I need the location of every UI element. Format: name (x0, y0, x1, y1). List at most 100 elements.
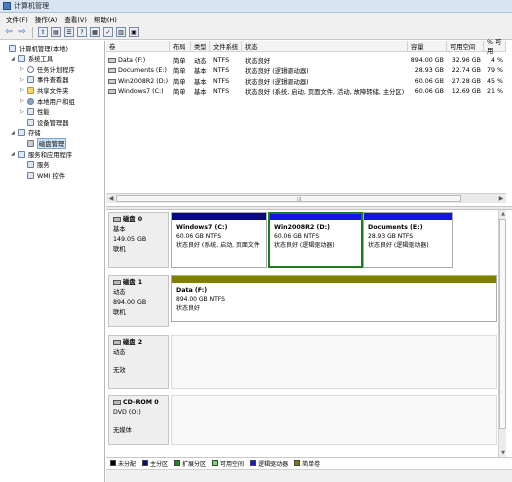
partition-name: Windows7 (C:) (176, 224, 228, 231)
menu-help[interactable]: 帮助(H) (94, 14, 117, 24)
legend-label: 未分配 (118, 460, 137, 468)
disk-status: 无媒体 (113, 427, 132, 434)
properties-icon[interactable]: ☰ (64, 27, 74, 37)
check-icon[interactable]: ✓ (103, 27, 113, 37)
expand-arrow-icon[interactable]: ▷ (20, 98, 26, 104)
disk-properties-icon[interactable]: ▥ (116, 27, 126, 37)
column-header[interactable]: 类型 (191, 41, 210, 52)
disk-status: 联机 (113, 246, 126, 253)
tree-item[interactable]: 计算机管理(本地) (2, 43, 68, 53)
volume-cell: 60.06 GB (411, 87, 447, 97)
tree-item[interactable]: ◢ 系统工具 (11, 54, 53, 64)
help-icon[interactable]: ? (77, 27, 87, 37)
legend-label: 可用空间 (220, 460, 245, 468)
tree-item[interactable]: WMI 控件 (20, 170, 65, 180)
expand-arrow-icon[interactable]: ▷ (20, 77, 26, 83)
disk-size: 149.05 GB (113, 236, 147, 243)
partition-status: 状态良好 (逻辑驱动器) (368, 242, 429, 249)
tree-item[interactable]: ▷ 性能 (20, 107, 50, 117)
menu-action[interactable]: 操作(A) (35, 14, 58, 24)
menu-file[interactable]: 文件(F) (6, 14, 28, 24)
column-header[interactable]: 布局 (170, 41, 191, 52)
console-tree: 计算机管理(本地) ◢ 系统工具 ▷ 任务计划程序 ▷ 事件查看器 ▷ 共享文件夹 ▷ 本地用户和组… (0, 41, 105, 482)
view-icon[interactable]: ▣ (129, 27, 139, 37)
volume-cell-text: 状态良好 (245, 57, 271, 65)
volume-cell-text: NTFS (213, 77, 230, 85)
disk-icon (113, 279, 121, 285)
tree-item[interactable]: ▷ 本地用户和组 (20, 96, 75, 106)
volume-cell-text: NTFS (213, 67, 230, 74)
column-header[interactable]: 容量 (408, 41, 447, 52)
disk-name: 磁盘 0 (123, 216, 143, 223)
tree-item-label: 计算机管理(本地) (19, 45, 68, 53)
scroll-right-icon[interactable]: ▶ (496, 194, 506, 204)
volume-cell-text: 状态良好 (系统, 启动, 页面文件, 活动, 故障转储, 主分区) (245, 89, 405, 96)
tree-item[interactable]: 设备管理器 (20, 117, 68, 127)
scroll-down-icon[interactable]: ▼ (499, 449, 507, 457)
volume-cell: NTFS (213, 66, 242, 76)
rescan-disks-icon[interactable]: ▦ (90, 27, 100, 37)
volume-cell-text: 简单 (173, 57, 186, 65)
volume-cell-text: 基本 (194, 78, 207, 86)
volume-cell-text: Windows7 (C:) (118, 88, 164, 95)
tree-item-label: 事件查看器 (37, 77, 69, 85)
expand-arrow-icon[interactable]: ◢ (11, 56, 17, 62)
column-header[interactable]: 状态 (242, 41, 408, 52)
scroll-left-icon[interactable]: ◀ (106, 194, 116, 204)
partition-type-bar (172, 276, 496, 283)
expand-arrow-icon[interactable]: ▷ (20, 66, 26, 72)
legend-item: 扩展分区 (174, 459, 206, 468)
volume-row[interactable]: Windows7 (C:) 简单 基本 NTFS 状态良好 (系统, 启动, 页面文件,… (106, 87, 506, 97)
partition-detail: 28.93 GB NTFS (368, 233, 414, 240)
volume-row[interactable]: Data (F:) 简单 动态 NTFS 状态良好 894.00 GB 32.96 GB 4 … (106, 55, 506, 65)
horizontal-scrollbar[interactable]: ◀ III ▶ (106, 193, 506, 203)
show-hide-tree-icon[interactable]: ▤ (51, 27, 61, 37)
disk-label[interactable]: CD-ROM 0 DVD (O:) 无媒体 (108, 395, 169, 445)
volume-list: 卷布局 类型 文件系统 状态 容量 可用空间% 可用 Data (F:) 简单 动态 NTFS 状态… (106, 39, 506, 205)
volume-cell: NTFS (213, 87, 242, 97)
column-header[interactable]: 可用空间 (447, 41, 484, 52)
disk-management-pane: 卷布局 类型 文件系统 状态 容量 可用空间% 可用 Data (F:) 简单 动态 NTFS 状态… (106, 39, 512, 482)
expand-arrow-icon[interactable]: ◢ (11, 130, 17, 136)
column-header[interactable]: % 可用 (484, 39, 506, 55)
volume-cell: 基本 (194, 76, 210, 86)
tree-item-label: 服务和应用程序 (28, 151, 73, 159)
tree-item[interactable]: ▷ 事件查看器 (20, 75, 68, 85)
tree-item[interactable]: ▷ 共享文件夹 (20, 85, 68, 95)
tree-item[interactable]: 磁盘管理 (20, 137, 67, 149)
disk-row: 磁盘 0 基本 149.05 GB 联机 Windows7 (C:) 60.06 GB N… (106, 212, 501, 270)
tree-item-label: 性能 (37, 109, 50, 117)
volume-cell-text: 基本 (194, 89, 207, 96)
users-icon (27, 97, 34, 105)
volume-row[interactable]: Win2008R2 (D:) 简单 基本 NTFS 状态良好 (逻辑驱动器) 60.06 … (106, 76, 506, 86)
tree-item[interactable]: 服务 (20, 160, 50, 170)
partition[interactable]: Win2008R2 (D:) 60.06 GB NTFS 状态良好 (逻辑驱动器) (268, 212, 363, 268)
computer-management-icon (3, 2, 11, 10)
disk-label[interactable]: 磁盘 0 基本 149.05 GB 联机 (108, 212, 169, 268)
disk-label[interactable]: 磁盘 1 动态 894.00 GB 联机 (108, 275, 169, 327)
partition[interactable]: Data (F:) 894.00 GB NTFS 状态良好 (171, 275, 497, 322)
partition-status: 状态良好 (逻辑驱动器) (274, 242, 335, 249)
column-header[interactable]: 卷 (106, 41, 170, 52)
volume-row[interactable]: Documents (E:) 简单 基本 NTFS 状态良好 (逻辑驱动器) 28.93 … (106, 66, 506, 76)
disk-label[interactable]: 磁盘 2 动态 无效 (108, 335, 169, 389)
expand-arrow-icon[interactable]: ▷ (20, 87, 26, 93)
volume-cell: 动态 (194, 55, 210, 65)
expand-arrow-icon[interactable]: ◢ (11, 151, 17, 157)
tree-item[interactable]: ▷ 任务计划程序 (20, 64, 75, 74)
partition[interactable]: Documents (E:) 28.93 GB NTFS 状态良好 (逻辑驱动器) (363, 212, 453, 268)
legend-swatch (294, 460, 301, 466)
expand-arrow-icon[interactable]: ▷ (20, 109, 26, 115)
menu-view[interactable]: 查看(V) (64, 14, 87, 24)
tree-item-label: 共享文件夹 (37, 87, 69, 95)
cdrom-icon (113, 399, 121, 405)
horizontal-scroll-thumb[interactable]: III (116, 195, 461, 203)
forward-icon[interactable]: ⇨ (17, 27, 27, 37)
column-header[interactable]: 文件系统 (210, 41, 242, 52)
back-icon[interactable]: ⇦ (4, 27, 14, 37)
up-folder-icon[interactable]: ⇧ (38, 27, 48, 37)
partition[interactable]: Windows7 (C:) 60.06 GB NTFS 状态良好 (系统, 启动, … (171, 212, 267, 268)
tree-item[interactable]: ◢ 服务和应用程序 (11, 149, 72, 159)
volume-cell: 状态良好 (逻辑驱动器) (245, 76, 408, 86)
tree-item[interactable]: ◢ 存储 (11, 128, 41, 138)
